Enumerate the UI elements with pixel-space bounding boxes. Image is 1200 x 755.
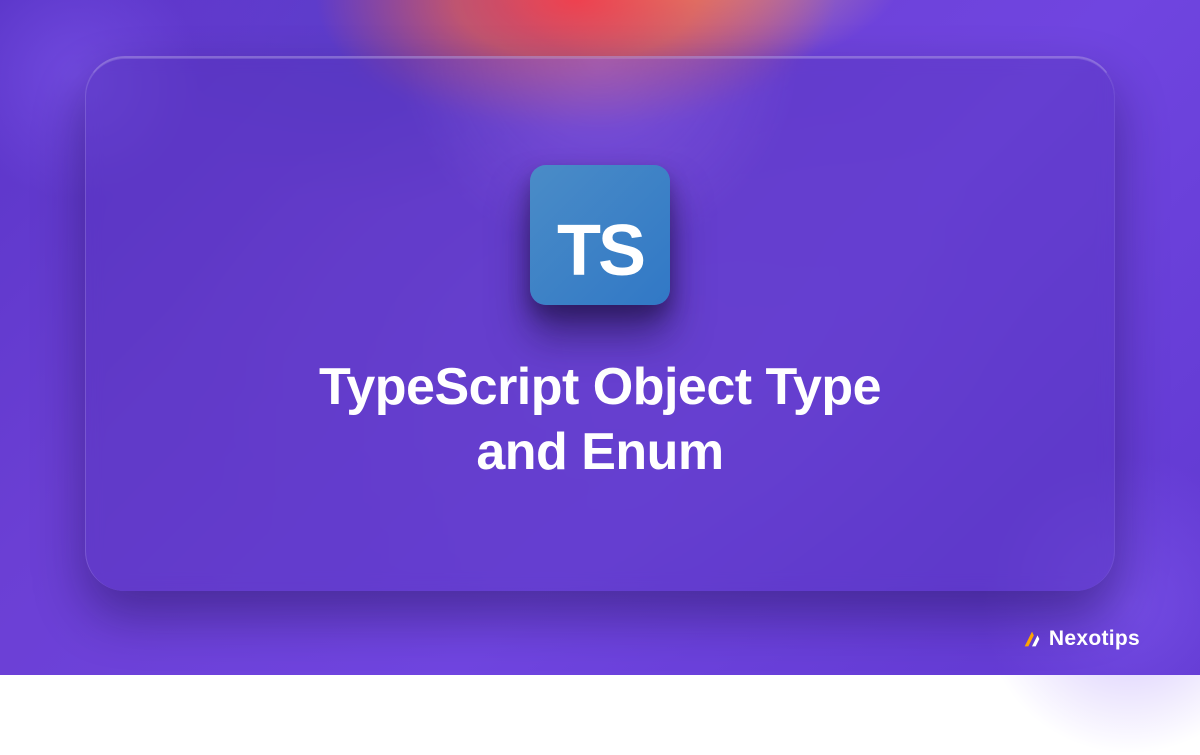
- brand-name: Nexotips: [1049, 627, 1140, 651]
- typescript-logo: TS: [530, 165, 670, 305]
- brand-watermark: Nexotips: [1021, 627, 1140, 651]
- nexotips-logo-icon: [1021, 628, 1043, 650]
- typescript-logo-text: TS: [557, 215, 643, 287]
- content-card: TS TypeScript Object Type and Enum: [85, 56, 1115, 591]
- title-line-1: TypeScript Object Type: [319, 358, 881, 416]
- page-title: TypeScript Object Type and Enum: [319, 355, 881, 485]
- title-line-2: and Enum: [476, 423, 723, 481]
